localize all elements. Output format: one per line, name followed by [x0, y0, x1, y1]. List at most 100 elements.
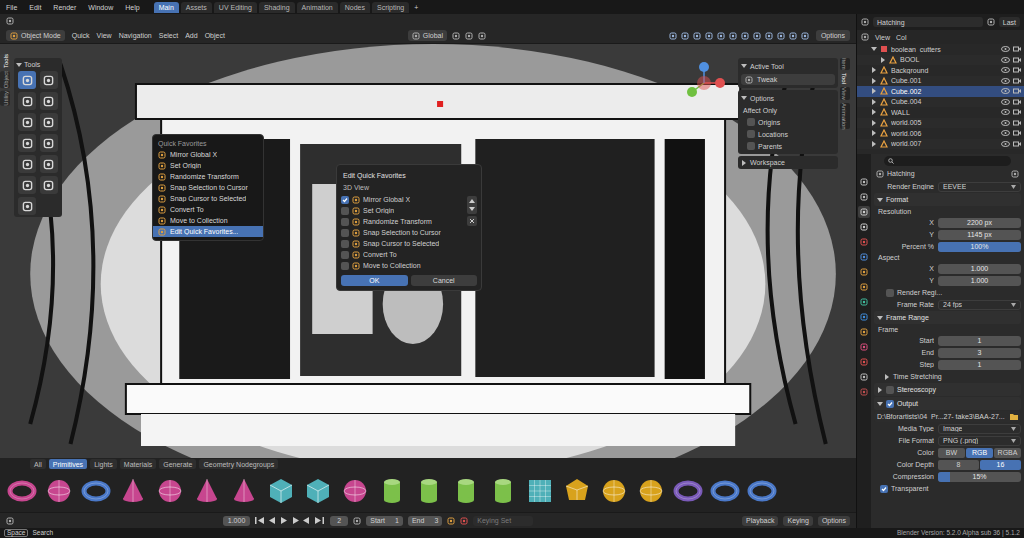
- transparent-row[interactable]: Transparent: [874, 483, 1021, 494]
- render-region-checkbox[interactable]: [886, 289, 894, 297]
- tool-button[interactable]: [18, 71, 36, 89]
- current-frame-field[interactable]: 2: [330, 516, 348, 526]
- visibility-icon[interactable]: [1001, 67, 1010, 73]
- menu-entry[interactable]: Snap Cursor to Selected: [153, 193, 263, 204]
- menu-item[interactable]: Help: [123, 4, 141, 11]
- workspace-tab[interactable]: Assets: [181, 2, 212, 13]
- resolution-percent-field[interactable]: 100%: [938, 242, 1021, 252]
- sidebar-tab[interactable]: Animation: [840, 103, 850, 130]
- transparent-checkbox[interactable]: [880, 485, 888, 493]
- collapsed-arrow-icon[interactable]: [871, 99, 877, 105]
- viewport-options-button[interactable]: Options: [816, 30, 850, 41]
- cylinder-primitive-icon[interactable]: [487, 475, 519, 507]
- render-camera-icon[interactable]: [1013, 67, 1021, 73]
- resolution-field[interactable]: 1145 px: [938, 230, 1021, 240]
- properties-tab[interactable]: [858, 206, 870, 218]
- sphere-primitive-icon[interactable]: [635, 475, 667, 507]
- affect-checkbox[interactable]: [747, 142, 755, 150]
- torus-primitive-icon[interactable]: [672, 475, 704, 507]
- orientation-dropdown[interactable]: Global: [408, 30, 447, 41]
- active-tool-button[interactable]: Tweak: [741, 74, 835, 85]
- time-field[interactable]: 1.000: [223, 516, 251, 526]
- asset-shelf-tab[interactable]: Generate: [159, 459, 196, 469]
- properties-tab[interactable]: [858, 281, 870, 293]
- frame-range-header[interactable]: Frame Range: [874, 311, 1021, 324]
- tool-button[interactable]: [40, 134, 58, 152]
- asset-shelf-tab[interactable]: Geometry Nodegroups: [199, 459, 278, 469]
- viewport-menu[interactable]: View: [97, 32, 112, 39]
- collapsed-arrow-icon[interactable]: [871, 130, 877, 136]
- collapsed-arrow-icon[interactable]: [884, 374, 890, 380]
- playback-controls-icon[interactable]: [255, 516, 325, 525]
- tool-button[interactable]: [18, 134, 36, 152]
- outliner-row[interactable]: Cube.002: [857, 86, 1024, 97]
- outliner-row[interactable]: boolean_cutters: [857, 44, 1024, 55]
- viewport-menu[interactable]: Quick: [72, 32, 90, 39]
- torus-primitive-icon[interactable]: [80, 475, 112, 507]
- render-camera-icon[interactable]: [1013, 88, 1021, 94]
- collapsed-arrow-icon[interactable]: [871, 120, 877, 126]
- properties-tab[interactable]: [858, 311, 870, 323]
- ico-primitive-icon[interactable]: [561, 475, 593, 507]
- visibility-icon[interactable]: [1001, 88, 1010, 94]
- collapsed-arrow-icon[interactable]: [871, 88, 877, 94]
- sphere-primitive-icon[interactable]: [598, 475, 630, 507]
- collapsed-arrow-icon[interactable]: [871, 141, 877, 147]
- expanded-arrow-icon[interactable]: [871, 46, 877, 52]
- favorite-checkbox[interactable]: [341, 240, 349, 248]
- sidebar-tab[interactable]: Tool: [840, 73, 850, 84]
- workspace-tab[interactable]: Animation: [297, 2, 338, 13]
- outliner-row[interactable]: BOOL: [857, 55, 1024, 66]
- favorite-checkbox[interactable]: [341, 262, 349, 270]
- sidebar-tab[interactable]: View: [840, 87, 850, 100]
- sphere-primitive-icon[interactable]: [339, 475, 371, 507]
- menu-entry[interactable]: Edit Quick Favorites...: [153, 226, 263, 237]
- stereoscopy-checkbox[interactable]: [886, 386, 894, 394]
- favorite-row[interactable]: Move to Collection: [341, 260, 464, 271]
- expanded-arrow-icon[interactable]: [877, 315, 883, 321]
- render-camera-icon[interactable]: [1013, 99, 1021, 105]
- tool-button[interactable]: [40, 71, 58, 89]
- frame-field-field[interactable]: 3: [938, 348, 1021, 358]
- workspace-tab[interactable]: Scripting: [372, 2, 409, 13]
- workspace-tab[interactable]: Nodes: [340, 2, 370, 13]
- properties-tab[interactable]: [858, 296, 870, 308]
- navigation-gizmo-icon[interactable]: [680, 62, 728, 104]
- properties-search[interactable]: [884, 156, 1011, 166]
- color-mode-option[interactable]: RGBA: [994, 448, 1021, 458]
- outliner-menu[interactable]: Col: [896, 34, 907, 41]
- affect-option[interactable]: Locations: [741, 129, 835, 139]
- render-camera-icon[interactable]: [1013, 130, 1021, 136]
- favorite-row[interactable]: Randomize Transform: [341, 216, 464, 227]
- side-tab[interactable]: Object: [0, 71, 10, 88]
- collapsed-arrow-icon[interactable]: [880, 57, 886, 63]
- frame-field-field[interactable]: 1: [938, 360, 1021, 370]
- expanded-arrow-icon[interactable]: [877, 197, 883, 203]
- outliner-row[interactable]: Cube.001: [857, 76, 1024, 87]
- properties-tab[interactable]: [858, 221, 870, 233]
- render-camera-icon[interactable]: [1013, 109, 1021, 115]
- timeline-options-button[interactable]: Options: [818, 516, 850, 526]
- workspace-tab[interactable]: UV Editing: [214, 2, 257, 13]
- toolbar-header[interactable]: Tools: [16, 60, 60, 69]
- sphere-primitive-icon[interactable]: [43, 475, 75, 507]
- end-frame-field[interactable]: End3: [408, 516, 442, 526]
- favorite-checkbox[interactable]: [341, 196, 349, 204]
- viewport-menu[interactable]: Select: [159, 32, 178, 39]
- affect-checkbox[interactable]: [747, 130, 755, 138]
- collapsed-arrow-icon[interactable]: [871, 78, 877, 84]
- expanded-arrow-icon[interactable]: [741, 95, 747, 101]
- sphere-primitive-icon[interactable]: [154, 475, 186, 507]
- favorite-checkbox[interactable]: [341, 229, 349, 237]
- favorite-row[interactable]: Snap Selection to Cursor: [341, 227, 464, 238]
- torus-primitive-icon[interactable]: [6, 475, 38, 507]
- cone-primitive-icon[interactable]: [228, 475, 260, 507]
- folder-icon[interactable]: [1010, 413, 1018, 420]
- visibility-icon[interactable]: [1001, 109, 1010, 115]
- viewport-menu[interactable]: Navigation: [119, 32, 152, 39]
- side-tab[interactable]: Utility: [0, 91, 10, 106]
- tool-button[interactable]: [18, 113, 36, 131]
- dialog-button[interactable]: OK: [341, 275, 408, 286]
- tool-button[interactable]: [40, 155, 58, 173]
- collapsed-arrow-icon[interactable]: [871, 109, 877, 115]
